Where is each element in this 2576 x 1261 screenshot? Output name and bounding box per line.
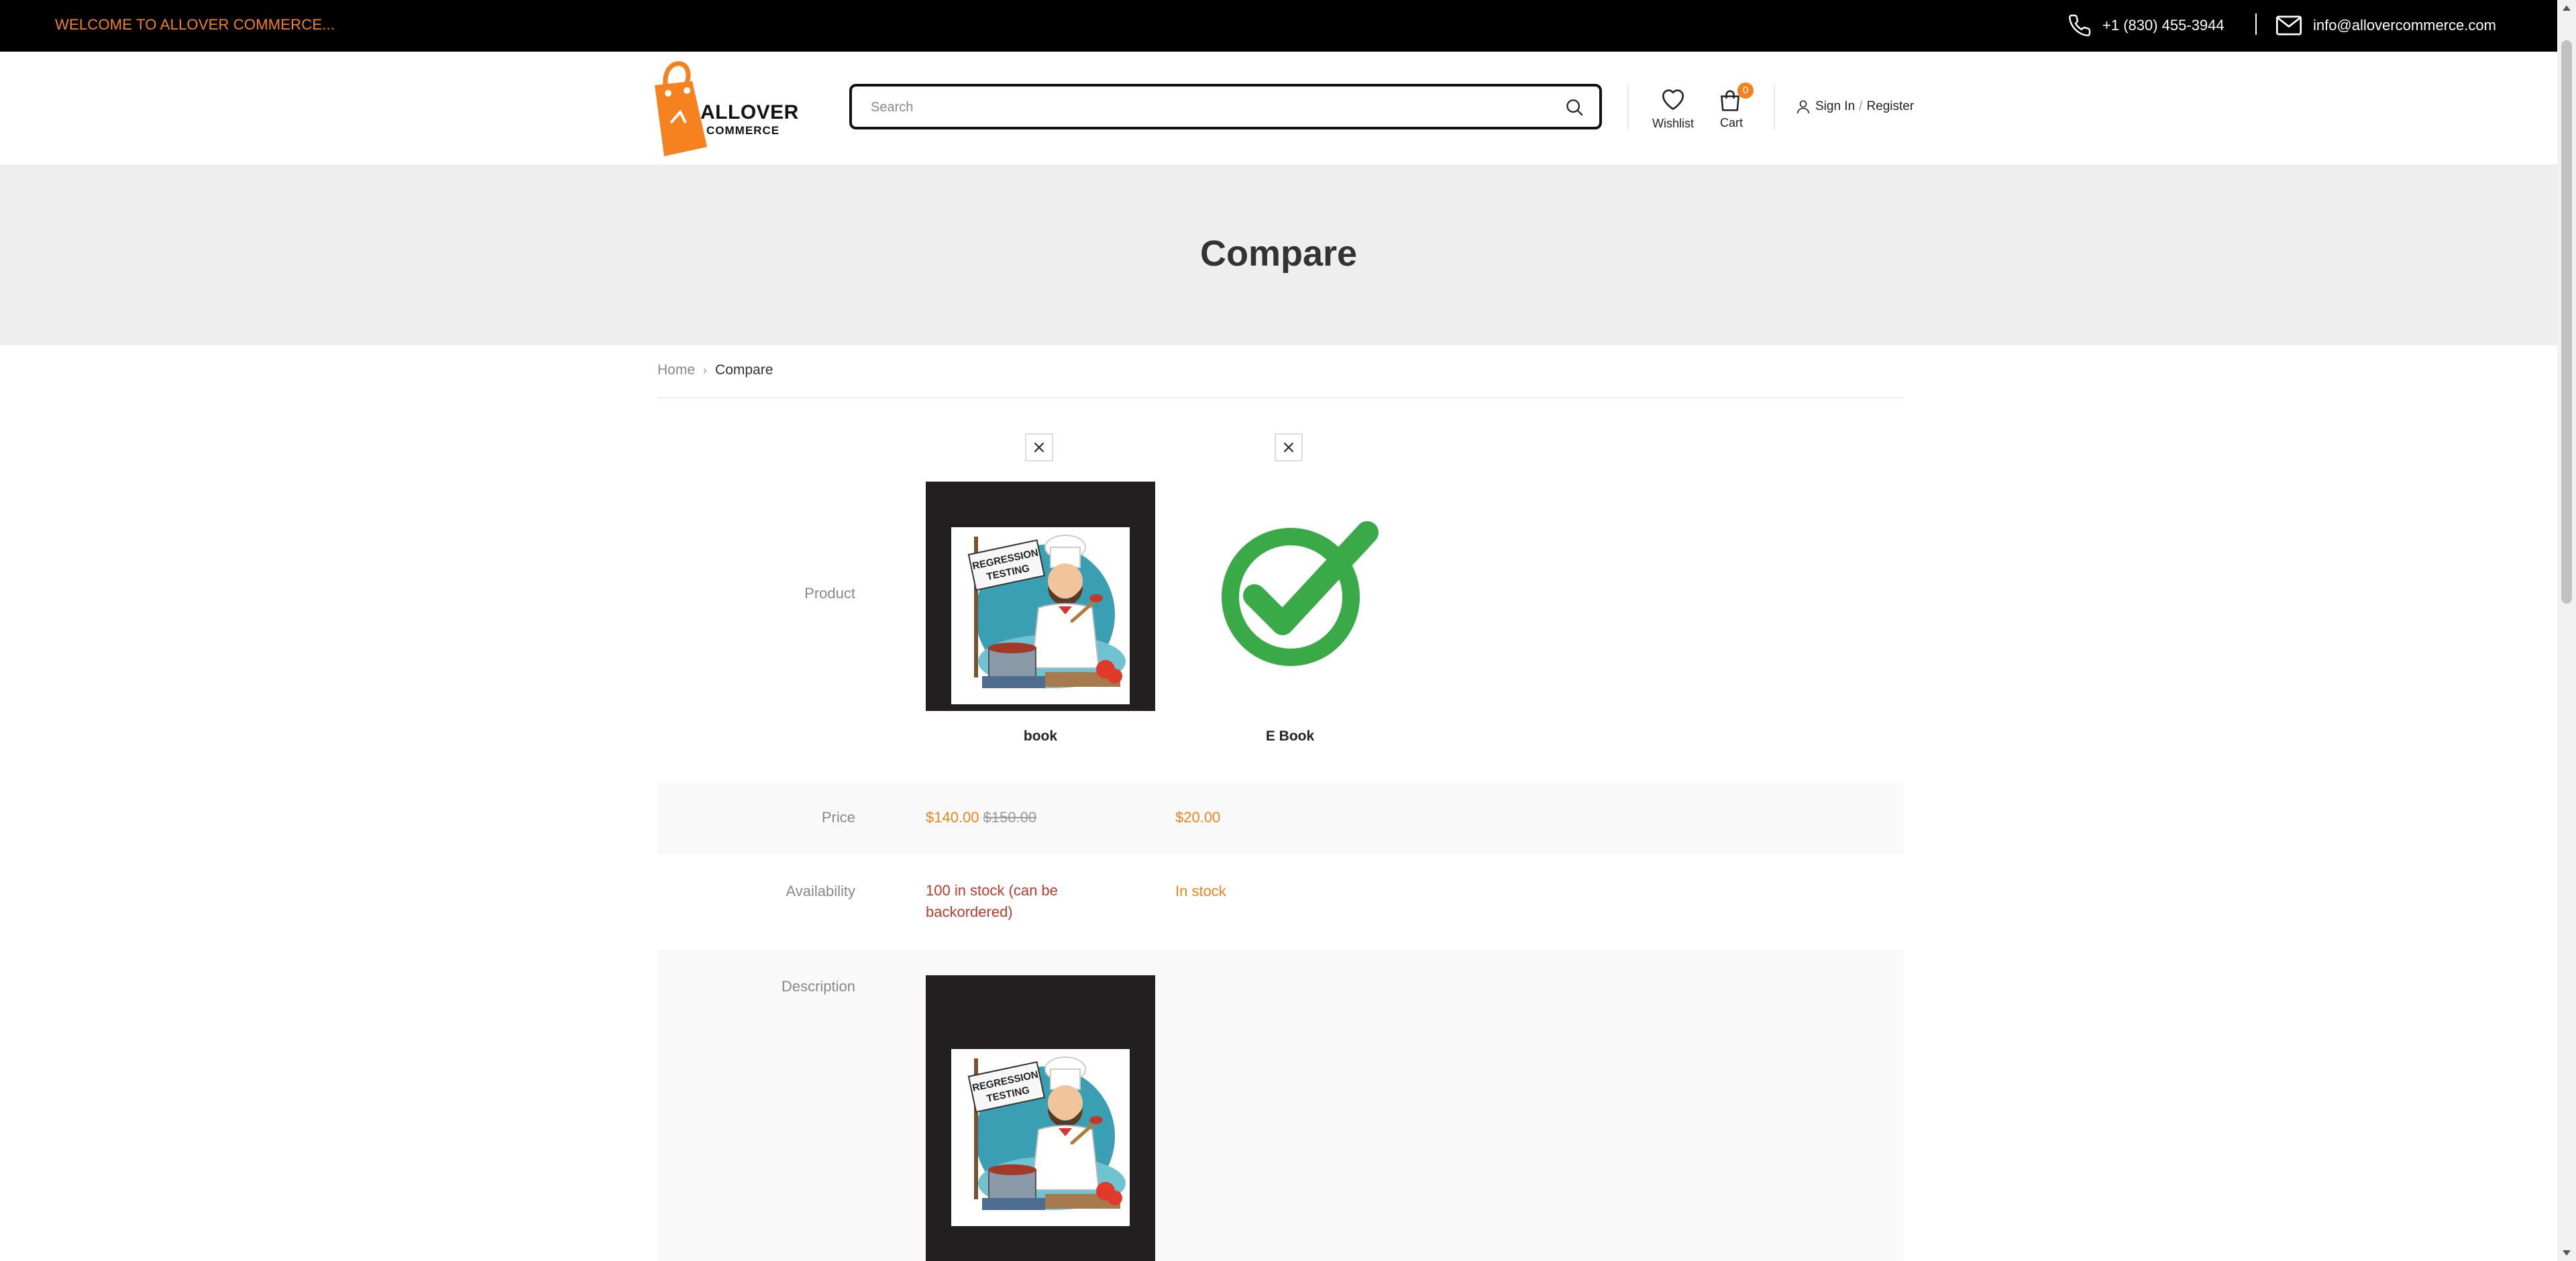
page-content: WELCOME TO ALLOVER COMMERCE... +1 (830) … [0, 0, 2557, 1261]
availability-status: In stock [1175, 883, 1226, 899]
old-price: $150.00 [983, 809, 1037, 826]
breadcrumb-divider [657, 397, 1904, 398]
cart-count-badge: 0 [1737, 83, 1754, 99]
description-row-label: Description [781, 978, 855, 995]
remove-product-button[interactable] [1025, 433, 1053, 461]
account-separator: / [1859, 99, 1863, 113]
heart-icon [1662, 89, 1684, 110]
availability-row-label: Availability [786, 883, 855, 899]
close-icon [1284, 443, 1293, 452]
remove-product-button[interactable] [1275, 433, 1303, 461]
product-name-link[interactable]: E Book [1175, 728, 1405, 745]
scroll-down-arrow-icon[interactable] [2563, 1250, 2571, 1256]
close-icon [1034, 443, 1044, 452]
product-image-book[interactable]: REGRESSION TESTING [926, 482, 1155, 711]
product-price: $140.00 $150.00 [926, 809, 1036, 826]
user-icon [1796, 100, 1810, 114]
scrollbar-thumb[interactable] [2561, 40, 2572, 604]
phone-contact[interactable]: +1 (830) 455-3944 [2068, 11, 2224, 40]
wishlist-label: Wishlist [1652, 117, 1694, 130]
site-logo[interactable]: ALLOVER COMMERCE [645, 58, 798, 159]
wishlist-link[interactable]: Wishlist [1645, 87, 1701, 131]
search-bar [849, 84, 1602, 129]
current-price: $20.00 [1175, 809, 1221, 826]
sign-in-link[interactable]: Sign In [1815, 99, 1855, 114]
price-row-label: Price [821, 809, 855, 826]
checkmark-icon [1222, 521, 1379, 666]
regression-testing-chef-image: REGRESSION TESTING [951, 1049, 1130, 1226]
regression-testing-chef-image: REGRESSION TESTING [951, 527, 1130, 704]
description-image: REGRESSION TESTING [926, 975, 1155, 1261]
header-divider [1774, 85, 1775, 129]
page-title-banner: Compare [0, 164, 2557, 345]
cart-link[interactable]: 0 Cart [1708, 83, 1755, 130]
product-row-label: Product [804, 585, 855, 602]
mail-icon [2275, 15, 2302, 36]
cart-label: Cart [1719, 116, 1743, 129]
page-title: Compare [1199, 233, 1358, 274]
register-link[interactable]: Register [1866, 99, 1914, 114]
search-icon[interactable] [1564, 97, 1585, 121]
product-name-link[interactable]: book [926, 728, 1155, 745]
header-divider [1627, 85, 1629, 129]
email-address: info@allovercommerce.com [2313, 17, 2496, 34]
breadcrumb-home-link[interactable]: Home [657, 362, 695, 378]
welcome-text: WELCOME TO ALLOVER COMMERCE... [55, 16, 335, 33]
breadcrumb: Home › Compare [657, 362, 773, 378]
topbar-divider [2255, 13, 2257, 35]
logo-text-bottom: COMMERCE [706, 124, 780, 137]
email-contact[interactable]: info@allovercommerce.com [2275, 11, 2496, 40]
search-input[interactable] [869, 96, 1543, 119]
chevron-right-icon: › [703, 363, 708, 377]
page-scrollbar[interactable] [2557, 0, 2576, 1261]
top-bar: WELCOME TO ALLOVER COMMERCE... +1 (830) … [0, 0, 2557, 52]
phone-icon [2068, 14, 2091, 37]
product-price: $20.00 [1175, 809, 1220, 826]
description-row [657, 950, 1904, 1261]
account-links: Sign In / Register [1795, 99, 1914, 115]
current-price: $140.00 [926, 809, 979, 826]
site-header: ALLOVER COMMERCE Wishlist 0 Cart Sign In [0, 52, 2557, 164]
scroll-up-arrow-icon[interactable] [2563, 5, 2571, 11]
breadcrumb-current: Compare [715, 362, 773, 378]
availability-status: 100 in stock (can be backordered) [926, 882, 1058, 920]
product-image-ebook[interactable] [1175, 482, 1405, 711]
phone-number: +1 (830) 455-3944 [2102, 17, 2224, 34]
logo-text-top: ALLOVER [700, 101, 799, 123]
